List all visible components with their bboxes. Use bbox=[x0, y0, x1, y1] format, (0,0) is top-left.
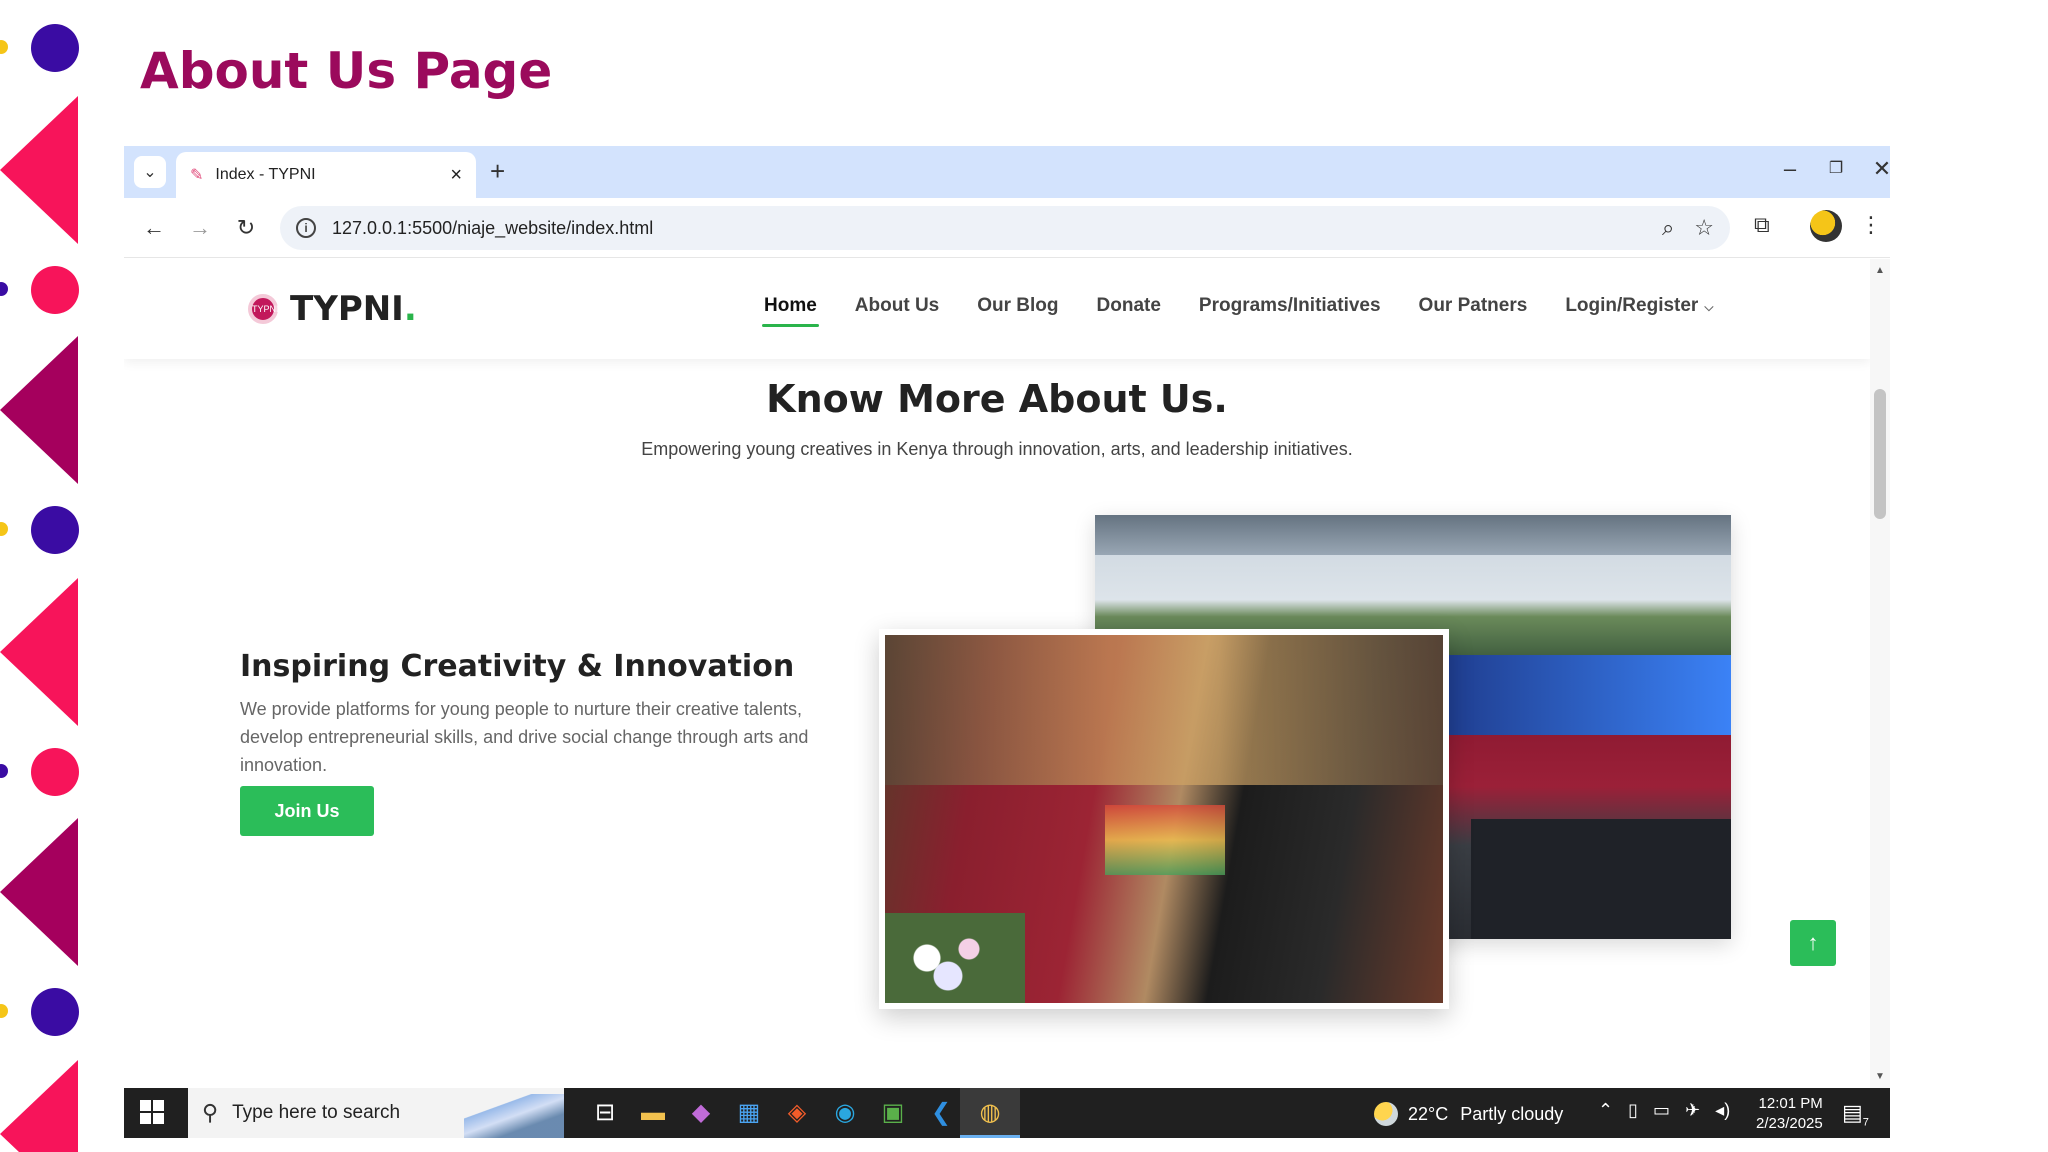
partly-cloudy-icon bbox=[1374, 1102, 1398, 1126]
main-navigation: Home About Us Our Blog Donate Programs/I… bbox=[762, 295, 1751, 327]
weather-widget[interactable]: 22°C Partly cloudy bbox=[1374, 1102, 1563, 1126]
file-explorer-icon[interactable]: ▬ bbox=[638, 1098, 668, 1128]
menu-kebab-icon[interactable]: ⋮ bbox=[1860, 212, 1882, 238]
browser-toolbar: ← → ↻ i 127.0.0.1:5500/niaje_website/ind… bbox=[124, 198, 1890, 258]
search-icon: ⚲ bbox=[202, 1100, 219, 1125]
tab-search-dropdown-button[interactable]: ⌄ bbox=[134, 156, 166, 188]
zoom-icon[interactable]: ⌕ bbox=[1662, 215, 1674, 241]
page-scrollbar[interactable]: ▲ ▼ bbox=[1870, 259, 1890, 1088]
chevron-up-icon[interactable]: ⌃ bbox=[1598, 1100, 1613, 1120]
reload-button[interactable]: ↻ bbox=[230, 212, 262, 244]
notifications-icon[interactable]: ▤7 bbox=[1842, 1100, 1869, 1128]
nav-about-us[interactable]: About Us bbox=[855, 295, 939, 327]
feature-description: We provide platforms for young people to… bbox=[240, 699, 809, 775]
workshop-photo bbox=[879, 629, 1449, 1009]
minimize-button[interactable]: – bbox=[1770, 154, 1810, 184]
arrow-right-icon: → bbox=[189, 215, 211, 240]
restore-icon: ❐ bbox=[1828, 160, 1844, 177]
taskbar-search-placeholder: Type here to search bbox=[232, 1102, 401, 1123]
nav-programs-initiatives[interactable]: Programs/Initiatives bbox=[1199, 295, 1381, 327]
site-favicon-icon: ✎ bbox=[190, 167, 204, 184]
slide-title: About Us Page bbox=[140, 42, 553, 100]
tab-bar: ⌄ ✎ Index - TYPNI × + – ❐ ✕ bbox=[124, 146, 1890, 198]
volume-icon[interactable]: ◂) bbox=[1715, 1100, 1730, 1120]
scroll-up-icon[interactable]: ▲ bbox=[1870, 265, 1890, 276]
taskbar-clock[interactable]: 12:01 PM 2/23/2025 bbox=[1756, 1094, 1823, 1134]
hero-title: Know More About Us. bbox=[766, 377, 1228, 421]
search-highlight-art bbox=[464, 1094, 564, 1138]
nav-home[interactable]: Home bbox=[762, 295, 819, 327]
chrome-icon[interactable]: ◍ bbox=[960, 1088, 1020, 1138]
chevron-down-icon: ⌵ bbox=[1704, 300, 1714, 314]
back-to-top-button[interactable]: ↑ bbox=[1790, 920, 1836, 966]
vscode-icon[interactable]: ❮ bbox=[926, 1098, 956, 1128]
close-icon: ✕ bbox=[1872, 156, 1890, 181]
extensions-icon[interactable]: ⧉ bbox=[1754, 212, 1770, 238]
nav-login-register-label: Login/Register bbox=[1565, 295, 1699, 316]
clock-time: 12:01 PM bbox=[1758, 1095, 1823, 1112]
device-icon[interactable]: ▯ bbox=[1628, 1100, 1638, 1120]
weather-temperature: 22°C bbox=[1408, 1103, 1449, 1124]
taskbar-search-box[interactable]: ⚲ Type here to search bbox=[188, 1088, 564, 1138]
restore-button[interactable]: ❐ bbox=[1816, 154, 1856, 184]
copilot-icon[interactable]: ◆ bbox=[686, 1098, 716, 1128]
brave-browser-icon[interactable]: ◈ bbox=[782, 1098, 812, 1128]
feature-title: Inspiring Creativity & Innovation bbox=[240, 649, 795, 684]
bookmark-star-icon[interactable]: ☆ bbox=[1694, 215, 1714, 241]
battery-icon[interactable]: ▭ bbox=[1653, 1100, 1670, 1120]
page-viewport: TYPNI TYPNI. Home About Us Our Blog Dona… bbox=[124, 259, 1870, 1088]
nav-donate[interactable]: Donate bbox=[1097, 295, 1161, 327]
task-view-icon[interactable]: ⊟ bbox=[590, 1098, 620, 1128]
lock-app-icon[interactable]: ▣ bbox=[878, 1098, 908, 1128]
site-header: TYPNI TYPNI. Home About Us Our Blog Dona… bbox=[124, 259, 1870, 359]
windows-taskbar: ⚲ Type here to search ⊟ ▬ ◆ ▦ ◈ ◉ ▣ ❮ ◍ … bbox=[124, 1088, 1890, 1138]
notification-count: 7 bbox=[1862, 1116, 1869, 1129]
chevron-down-icon: ⌄ bbox=[143, 164, 157, 181]
forward-button[interactable]: → bbox=[184, 212, 216, 244]
site-info-icon[interactable]: i bbox=[296, 218, 316, 238]
browser-tab[interactable]: ✎ Index - TYPNI × bbox=[176, 152, 476, 198]
minimize-icon: – bbox=[1783, 156, 1797, 181]
logo-badge-icon: TYPNI bbox=[248, 294, 279, 324]
join-us-button[interactable]: Join Us bbox=[240, 786, 374, 836]
tab-title: Index - TYPNI bbox=[215, 166, 316, 183]
decorative-side-pattern bbox=[0, 0, 90, 1152]
nav-login-register[interactable]: Login/Register ⌵ bbox=[1565, 295, 1713, 327]
site-logo[interactable]: TYPNI TYPNI. bbox=[248, 289, 417, 329]
arrow-left-icon: ← bbox=[143, 215, 165, 240]
logo-name: TYPNI bbox=[290, 289, 404, 329]
profile-avatar[interactable] bbox=[1810, 210, 1842, 242]
back-button[interactable]: ← bbox=[138, 212, 170, 244]
address-bar[interactable]: i 127.0.0.1:5500/niaje_website/index.htm… bbox=[280, 206, 1730, 250]
reload-icon: ↻ bbox=[236, 215, 256, 240]
system-tray[interactable]: ⌃ ▯ ▭ ✈ ◂) bbox=[1598, 1100, 1730, 1121]
close-window-button[interactable]: ✕ bbox=[1862, 154, 1890, 184]
nav-our-patners[interactable]: Our Patners bbox=[1419, 295, 1528, 327]
microsoft-store-icon[interactable]: ▦ bbox=[734, 1098, 764, 1128]
weather-condition: Partly cloudy bbox=[1460, 1103, 1564, 1124]
tab-close-icon[interactable]: × bbox=[450, 164, 462, 187]
plus-icon: + bbox=[490, 156, 506, 186]
logo-accent-dot: . bbox=[403, 289, 417, 329]
hero-subtitle: Empowering young creatives in Kenya thro… bbox=[641, 439, 1353, 459]
edge-browser-icon[interactable]: ◉ bbox=[830, 1098, 860, 1128]
arrow-up-icon: ↑ bbox=[1807, 930, 1819, 955]
nav-our-blog[interactable]: Our Blog bbox=[977, 295, 1058, 327]
windows-start-icon[interactable] bbox=[140, 1100, 164, 1124]
scroll-down-icon[interactable]: ▼ bbox=[1870, 1071, 1890, 1082]
new-tab-button[interactable]: + bbox=[490, 156, 505, 186]
clock-date: 2/23/2025 bbox=[1756, 1115, 1823, 1132]
scrollbar-thumb[interactable] bbox=[1874, 389, 1886, 519]
airplane-icon[interactable]: ✈ bbox=[1685, 1100, 1700, 1120]
browser-window: ⌄ ✎ Index - TYPNI × + – ❐ ✕ ← → ↻ i 127.… bbox=[124, 146, 1890, 1138]
address-url[interactable]: 127.0.0.1:5500/niaje_website/index.html bbox=[332, 218, 1642, 239]
